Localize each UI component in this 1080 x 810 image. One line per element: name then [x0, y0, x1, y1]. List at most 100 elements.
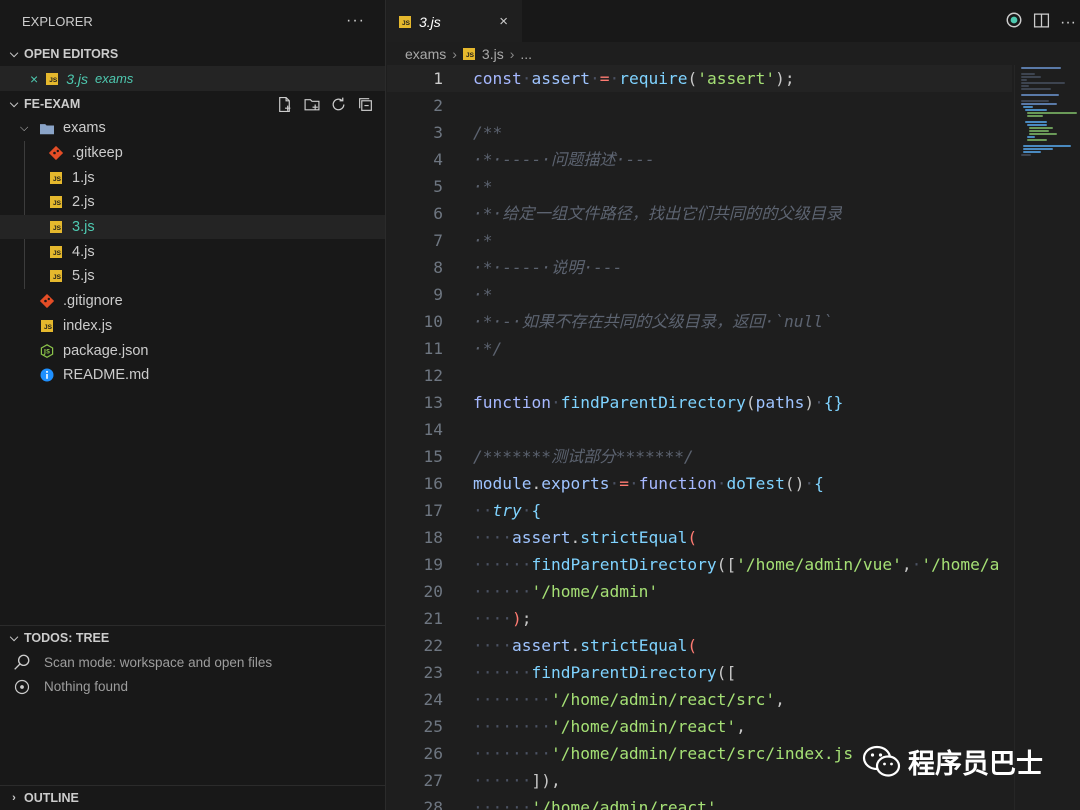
code-line: 22 ····assert.strictEqual(: [423, 636, 698, 655]
tree-item-gitignore[interactable]: .gitignore: [0, 289, 385, 314]
open-editor-filename: 3.js: [66, 70, 88, 87]
tree-item-folder-exams[interactable]: ⌵ exams: [0, 116, 385, 141]
explorer-title: EXPLORER: [22, 13, 93, 29]
code-line: 23 ······findParentDirectory([: [423, 663, 737, 682]
close-icon[interactable]: ×: [499, 13, 508, 30]
watermark: 程序员巴士: [862, 742, 1043, 781]
code-line: 5 ·*: [433, 177, 493, 196]
refresh-icon[interactable]: [329, 95, 348, 114]
code-line: 7 ·*: [433, 231, 493, 250]
tree-item-2js[interactable]: JS 2.js: [0, 190, 385, 215]
code-line: 16 module.exports·=·function·doTest()·{: [423, 474, 824, 493]
breadcrumb-folder[interactable]: exams: [405, 46, 446, 62]
copilot-icon[interactable]: [1005, 11, 1023, 34]
breadcrumb: exams › JS 3.js › ...: [387, 42, 1080, 66]
js-file-icon: JS: [399, 15, 411, 28]
tree-item-1js[interactable]: JS 1.js: [0, 165, 385, 190]
open-editors-section-header[interactable]: ⌵ OPEN EDITORS: [0, 42, 385, 66]
code-line: 20 ······'/home/admin': [423, 582, 659, 601]
code-line: 3/**: [433, 123, 503, 142]
info-icon: [40, 368, 54, 382]
tree-item-label: exams: [63, 120, 106, 137]
tree-item-readme[interactable]: README.md: [0, 363, 385, 388]
scan-mode-text: Scan mode: workspace and open files: [44, 654, 273, 670]
code-line: 11 ·*/: [423, 339, 503, 358]
js-file-icon: JS: [40, 319, 54, 333]
code-editor[interactable]: 1 const·assert·=·require('assert'); 2 3/*…: [387, 65, 1012, 810]
minimap-line: [1027, 112, 1077, 114]
watermark-text: 程序员巴士: [908, 749, 1043, 780]
js-file-icon: JS: [49, 195, 63, 209]
breadcrumb-file[interactable]: 3.js: [482, 46, 504, 62]
chevron-right-icon: ›: [12, 792, 16, 804]
code-line: 13 function·findParentDirectory(paths)·{}: [423, 393, 844, 412]
js-file-icon: JS: [46, 72, 59, 85]
project-section-header[interactable]: ⌵ FE-EXAM: [0, 92, 385, 116]
minimap-line: [1021, 67, 1061, 69]
git-icon: [49, 146, 63, 161]
js-file-icon: JS: [49, 245, 63, 259]
chevron-right-icon: ›: [509, 46, 515, 62]
tree-item-3js[interactable]: JS 3.js: [0, 214, 385, 240]
minimap[interactable]: [1014, 65, 1080, 810]
tab-label: 3.js: [419, 13, 441, 30]
js-file-icon: JS: [49, 220, 63, 234]
minimap-line: [1023, 106, 1033, 108]
minimap-line: [1021, 100, 1049, 102]
chevron-down-icon: ⌵: [9, 47, 19, 60]
minimap-line: [1023, 145, 1071, 147]
tree-item-label: index.js: [63, 317, 113, 334]
tree-item-label: 2.js: [72, 194, 95, 211]
more-actions-icon[interactable]: ···: [346, 12, 365, 30]
minimap-line: [1023, 148, 1053, 150]
minimap-line: [1021, 154, 1031, 156]
js-file-icon: JS: [49, 269, 63, 283]
chevron-right-icon: ›: [452, 46, 457, 62]
code-line: 4 ·*·----·问题描述·---: [433, 150, 655, 169]
tree-item-packagejson[interactable]: JS package.json: [0, 338, 385, 363]
code-line: 8 ·*·----·说明·---: [433, 258, 623, 277]
code-line: 15/*******测试部分*******/: [423, 447, 694, 466]
breadcrumb-more[interactable]: ...: [520, 46, 532, 62]
minimap-line: [1021, 73, 1035, 75]
tab-3js[interactable]: JS 3.js ×: [387, 0, 522, 42]
tree-item-4js[interactable]: JS 4.js: [0, 239, 385, 264]
minimap-line: [1025, 109, 1047, 111]
js-file-icon: JS: [462, 48, 475, 60]
minimap-line: [1027, 136, 1035, 138]
outline-section-header[interactable]: › OUTLINE: [0, 786, 386, 810]
collapse-all-icon[interactable]: [356, 95, 375, 114]
code-line: 2: [433, 96, 443, 115]
tree-item-5js[interactable]: JS 5.js: [0, 264, 385, 289]
tree-item-label: package.json: [63, 342, 149, 359]
minimap-line: [1027, 115, 1043, 117]
tree-item-gitkeep[interactable]: .gitkeep: [0, 141, 385, 166]
folder-icon: [40, 121, 54, 135]
minimap-line: [1027, 139, 1047, 141]
tree-item-indexjs[interactable]: JS index.js: [0, 314, 385, 339]
editor-area: JS 3.js × ··· exams › JS 3.js › ... 1 con…: [387, 0, 1080, 810]
explorer-header: EXPLORER ···: [0, 0, 385, 42]
code-line: 9 ·*: [433, 285, 493, 304]
minimap-line: [1029, 133, 1057, 135]
open-editors-label: OPEN EDITORS: [24, 47, 119, 61]
search-icon: [12, 653, 32, 671]
new-folder-icon[interactable]: [302, 95, 321, 114]
tree-item-label: 3.js: [72, 219, 95, 236]
tree-item-label: 1.js: [72, 169, 95, 186]
code-line: 25 ········'/home/admin/react',: [423, 717, 746, 736]
todo-scan-mode[interactable]: Scan mode: workspace and open files: [0, 650, 386, 675]
nodejs-icon: JS: [40, 343, 54, 358]
tree-item-label: 5.js: [72, 268, 95, 285]
split-editor-icon[interactable]: [1033, 12, 1050, 34]
open-editor-item[interactable]: × JS 3.js exams: [0, 66, 385, 91]
todos-section-header[interactable]: ⌵ TODOS: TREE: [0, 626, 386, 650]
close-icon[interactable]: ×: [30, 71, 38, 87]
js-file-icon: JS: [49, 171, 63, 185]
tree-item-label: .gitkeep: [72, 145, 123, 162]
minimap-line: [1021, 82, 1065, 84]
minimap-line: [1021, 94, 1059, 96]
new-file-icon[interactable]: [275, 95, 294, 114]
explorer-sidebar: EXPLORER ··· ⌵ OPEN EDITORS × JS 3.js ex…: [0, 0, 386, 810]
more-actions-icon[interactable]: ···: [1060, 14, 1076, 32]
